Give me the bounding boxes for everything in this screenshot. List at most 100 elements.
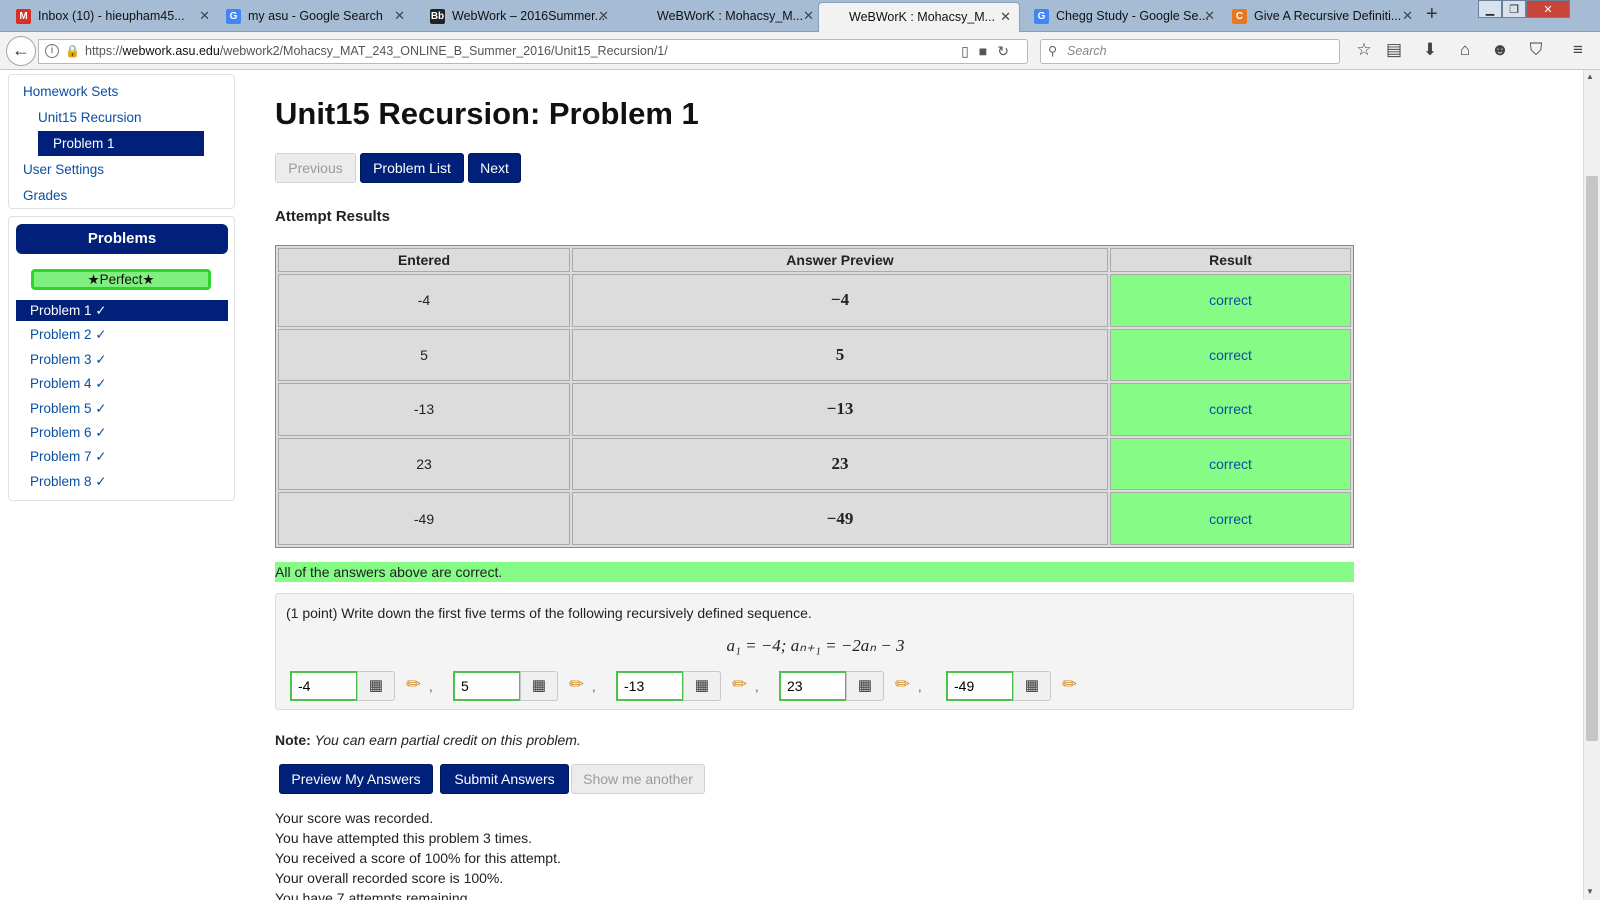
reload-icon[interactable]: ↻: [997, 43, 1019, 59]
problem-list-item[interactable]: Problem 6 ✓: [16, 422, 228, 443]
result-row: -4 −4 correct: [278, 274, 1351, 327]
tab-close-icon[interactable]: ✕: [1204, 2, 1215, 30]
google-icon: G: [1034, 9, 1049, 24]
entered-cell: 5: [278, 328, 570, 382]
header-entered: Entered: [278, 248, 570, 272]
show-another-button[interactable]: Show me another: [571, 764, 705, 794]
problem-list-item[interactable]: Problem 8 ✓: [16, 471, 228, 492]
browser-tab[interactable]: WeBWorK : Mohacsy_M... ✕: [627, 2, 822, 32]
matrix-entry-button[interactable]: ▦: [520, 671, 558, 701]
preview-cell: 5: [572, 328, 1108, 382]
result-row: -13 −13 correct: [278, 383, 1351, 436]
user-settings-link[interactable]: User Settings: [23, 162, 104, 177]
pencil-icon[interactable]: ✏: [732, 674, 747, 695]
back-arrow-icon: ←: [12, 40, 30, 60]
tab-title: WebWork – 2016Summer...: [452, 9, 606, 23]
attempt-results-table: Entered Answer Preview Result -4 −4 correc…: [275, 245, 1354, 548]
reader-view-icon[interactable]: ▯: [961, 43, 979, 59]
preview-cell: −4: [572, 274, 1108, 327]
answer-input[interactable]: [616, 671, 684, 701]
pocket-icon[interactable]: ⛉: [1524, 40, 1548, 60]
tab-close-icon[interactable]: ✕: [1402, 2, 1413, 30]
set-link[interactable]: Unit15 Recursion: [38, 110, 142, 125]
close-window-button[interactable]: ✕: [1526, 0, 1570, 18]
previous-button[interactable]: Previous: [275, 153, 356, 183]
score-message: You have 7 attempts remaining.: [275, 890, 472, 900]
matrix-entry-button[interactable]: ▦: [1013, 671, 1051, 701]
reading-list-icon[interactable]: ▤: [1382, 40, 1406, 60]
download-icon[interactable]: ⬇: [1418, 40, 1442, 60]
browser-tab[interactable]: Gmy asu - Google Search ✕: [218, 2, 413, 32]
tab-close-icon[interactable]: ✕: [394, 2, 405, 30]
search-icon: ⚲: [1048, 44, 1058, 58]
preview-answers-button[interactable]: Preview My Answers: [279, 764, 433, 794]
minimize-button[interactable]: ▁: [1478, 0, 1502, 18]
problem-list-item[interactable]: Problem 7 ✓: [16, 446, 228, 467]
current-problem-link[interactable]: Problem 1: [38, 131, 204, 156]
search-bar[interactable]: ⚲ Search: [1040, 39, 1340, 64]
maximize-button[interactable]: ❐: [1502, 0, 1526, 18]
pencil-icon[interactable]: ✏: [569, 674, 584, 695]
homework-sets-link[interactable]: Homework Sets: [23, 84, 118, 99]
perfect-badge: ★Perfect★: [31, 269, 211, 290]
pencil-icon[interactable]: ✏: [895, 674, 910, 695]
blackboard-icon: Bb: [430, 9, 445, 24]
url-path: /webwork2/Mohacsy_MAT_243_ONLINE_B_Summe…: [219, 44, 668, 58]
score-message: Your score was recorded.: [275, 810, 434, 826]
tab-close-icon[interactable]: ✕: [803, 2, 814, 30]
back-button[interactable]: ←: [6, 36, 36, 66]
matrix-entry-button[interactable]: ▦: [357, 671, 395, 701]
scroll-up-icon[interactable]: ▲: [1586, 72, 1594, 81]
matrix-entry-button[interactable]: ▦: [683, 671, 721, 701]
entered-cell: -49: [278, 492, 570, 545]
bookmark-star-icon[interactable]: ☆: [1352, 40, 1376, 60]
menu-icon[interactable]: ≡: [1566, 40, 1590, 60]
browser-tab[interactable]: G Chegg Study - Google Se... ✕: [1026, 2, 1223, 32]
home-icon[interactable]: ⌂: [1453, 40, 1477, 60]
tab-close-icon[interactable]: ✕: [598, 2, 609, 30]
tab-close-icon[interactable]: ✕: [1000, 3, 1011, 31]
matrix-entry-button[interactable]: ▦: [846, 671, 884, 701]
problem-list-item[interactable]: Problem 4 ✓: [16, 373, 228, 394]
scroll-thumb[interactable]: [1586, 176, 1598, 741]
browser-tab[interactable]: WeBWorK : Mohacsy_M... ✕: [818, 2, 1020, 32]
extension-icon[interactable]: ■: [979, 43, 997, 59]
new-tab-button[interactable]: +: [1426, 3, 1438, 26]
scroll-down-icon[interactable]: ▼: [1586, 887, 1594, 896]
problem-list-item[interactable]: Problem 3 ✓: [16, 349, 228, 370]
problem-list-button[interactable]: Problem List: [360, 153, 464, 183]
browser-tab[interactable]: Bb WebWork – 2016Summer... ✕: [422, 2, 617, 32]
answer-input[interactable]: [779, 671, 847, 701]
preview-cell: −13: [572, 383, 1108, 436]
search-placeholder: Search: [1067, 44, 1107, 58]
problem-list-item[interactable]: Problem 1 ✓: [16, 300, 228, 321]
pencil-icon[interactable]: ✏: [1062, 674, 1077, 695]
problem-list-item[interactable]: Problem 5 ✓: [16, 398, 228, 419]
browser-nav-bar: ← i 🔒 https://webwork.asu.edu/webwork2/M…: [0, 32, 1600, 70]
browser-tab[interactable]: M Inbox (10) - hieupham45... ✕: [8, 2, 218, 32]
problem-list-item[interactable]: Problem 2 ✓: [16, 324, 228, 345]
answer-input[interactable]: [290, 671, 358, 701]
result-cell: correct: [1110, 437, 1351, 491]
chat-icon[interactable]: ☻: [1488, 40, 1512, 60]
answer-input[interactable]: [946, 671, 1014, 701]
answer-input[interactable]: [453, 671, 521, 701]
problem-text: (1 point) Write down the first five term…: [286, 605, 812, 621]
browser-tab[interactable]: C Give A Recursive Definiti... ✕: [1224, 2, 1421, 32]
all-correct-message: All of the answers above are correct.: [275, 562, 1354, 582]
header-answer-preview: Answer Preview: [572, 248, 1108, 272]
result-cell: correct: [1110, 492, 1351, 545]
score-message: You received a score of 100% for this at…: [275, 850, 561, 866]
grades-link[interactable]: Grades: [23, 188, 67, 203]
page-scrollbar[interactable]: ▲ ▼: [1583, 70, 1600, 900]
result-cell: correct: [1110, 328, 1351, 382]
browser-tab-bar: M Inbox (10) - hieupham45... ✕ Gmy asu - Go…: [0, 0, 1600, 32]
next-button[interactable]: Next: [468, 153, 521, 183]
info-icon[interactable]: i: [45, 44, 59, 58]
address-bar[interactable]: i 🔒 https://webwork.asu.edu/webwork2/Moh…: [38, 39, 1028, 64]
preview-cell: −49: [572, 492, 1108, 545]
tab-title: WeBWorK : Mohacsy_M...: [657, 9, 804, 23]
submit-answers-button[interactable]: Submit Answers: [440, 764, 569, 794]
pencil-icon[interactable]: ✏: [406, 674, 421, 695]
tab-close-icon[interactable]: ✕: [199, 2, 210, 30]
